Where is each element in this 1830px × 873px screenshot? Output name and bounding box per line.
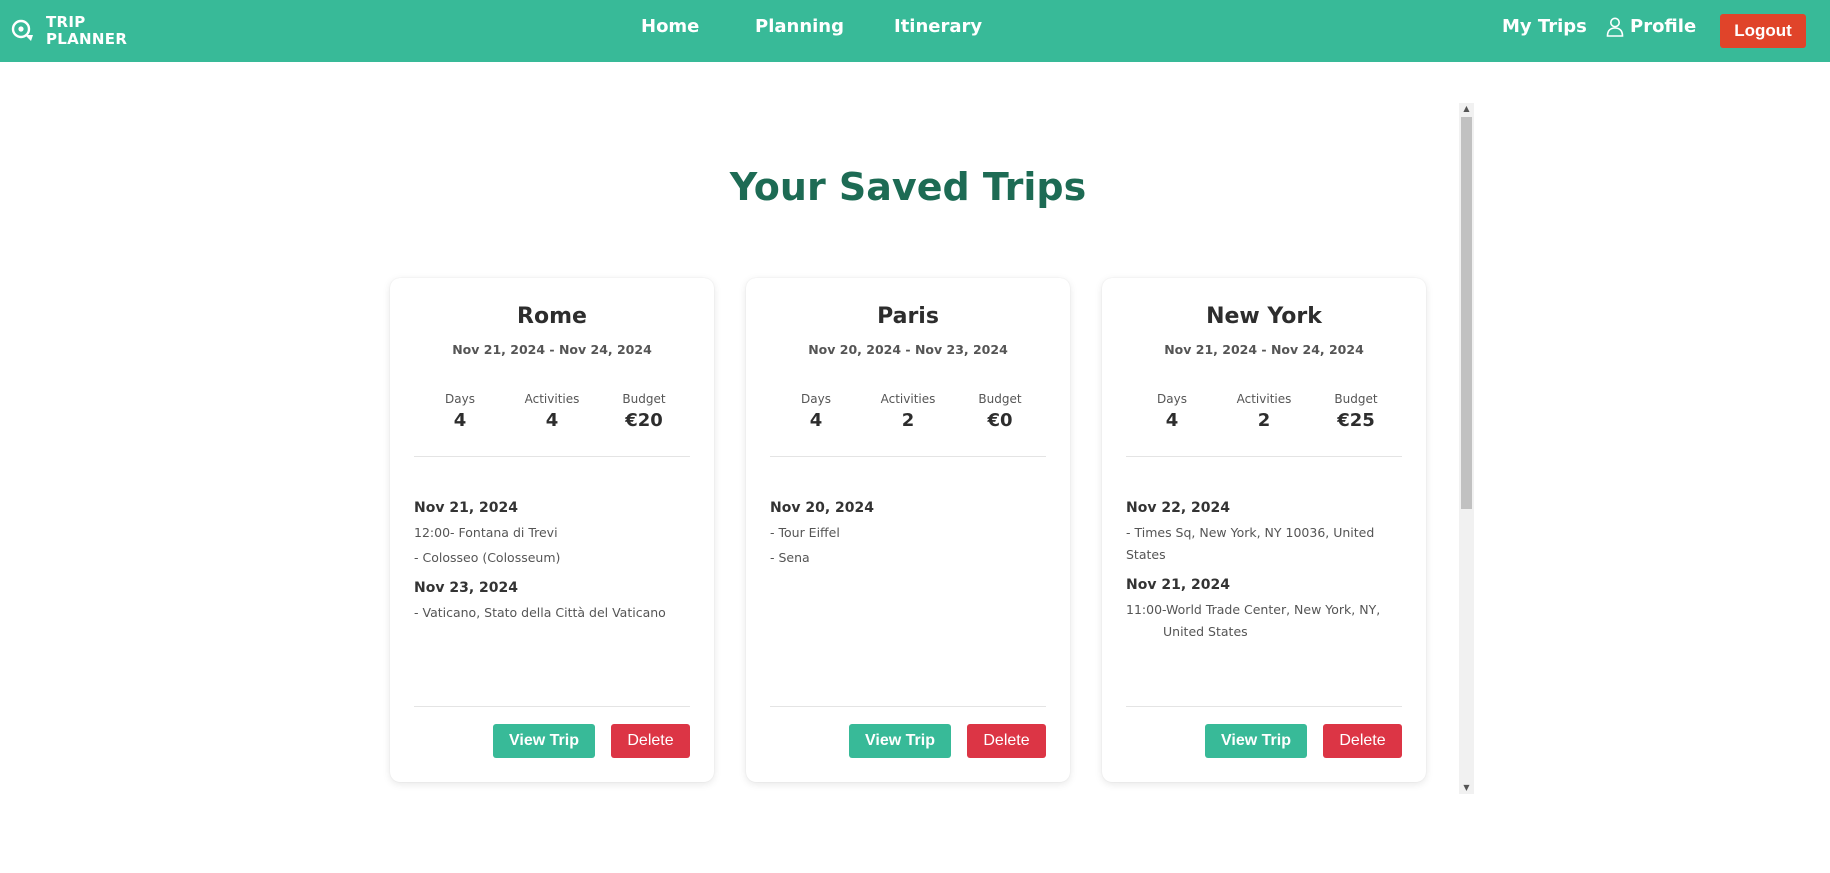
trip-city: Paris: [877, 304, 939, 329]
trip-dates: Nov 20, 2024 - Nov 23, 2024: [808, 342, 1008, 357]
day-date: Nov 23, 2024: [414, 580, 518, 596]
stat-label: Budget: [1334, 392, 1378, 406]
trip-city: New York: [1206, 304, 1322, 329]
activity-item: - Sena: [770, 550, 810, 565]
delete-trip-button[interactable]: Delete: [967, 724, 1046, 758]
delete-trip-button[interactable]: Delete: [1323, 724, 1402, 758]
activity-item: - Times Sq, New York, NY 10036, United S…: [1126, 525, 1375, 562]
stat-value: 4: [545, 410, 559, 431]
day-date: Nov 22, 2024: [1126, 500, 1230, 516]
logout-button[interactable]: Logout: [1720, 14, 1806, 48]
trip-card: New York Nov 21, 2024 - Nov 24, 2024 Day…: [1102, 278, 1426, 782]
nav-profile-label: Profile: [1630, 16, 1697, 37]
activity-item: - Tour Eiffel: [770, 525, 840, 540]
navbar: TRIP PLANNER Home Planning Itinerary My …: [0, 0, 1830, 62]
scrollbar[interactable]: ▲ ▼: [1459, 103, 1474, 794]
view-trip-button[interactable]: View Trip: [1205, 724, 1307, 758]
stat-label: Days: [801, 392, 831, 406]
trip-itinerary: Nov 22, 2024 - Times Sq, New York, NY 10…: [1126, 500, 1416, 654]
stat-days: Days 4: [1126, 392, 1218, 431]
day-date: Nov 20, 2024: [770, 500, 874, 516]
trip-stats: Days 4 Activities 2 Budget €25: [1126, 392, 1402, 436]
divider: [770, 456, 1046, 457]
trip-dates: Nov 21, 2024 - Nov 24, 2024: [452, 342, 652, 357]
divider: [1126, 706, 1402, 707]
day-group: Nov 20, 2024 - Tour Eiffel - Sena: [770, 500, 1060, 569]
divider: [414, 706, 690, 707]
delete-trip-button[interactable]: Delete: [611, 724, 690, 758]
stat-label: Days: [1157, 392, 1187, 406]
trip-card: Paris Nov 20, 2024 - Nov 23, 2024 Days 4…: [746, 278, 1070, 782]
activity-item: 11:00-World Trade Center, New York, NY, …: [1126, 602, 1381, 639]
nav-itinerary-link[interactable]: Itinerary: [894, 16, 982, 37]
trip-itinerary: Nov 20, 2024 - Tour Eiffel - Sena: [770, 500, 1060, 580]
stat-label: Budget: [622, 392, 666, 406]
day-group: Nov 21, 2024 11:00-World Trade Center, N…: [1126, 577, 1416, 643]
stat-activities: Activities 2: [862, 392, 954, 431]
stat-value: €20: [625, 410, 663, 431]
stat-value: 4: [809, 410, 823, 431]
stat-days: Days 4: [770, 392, 862, 431]
activity-item: - Colosseo (Colosseum): [414, 550, 561, 565]
stat-label: Days: [445, 392, 475, 406]
day-group: Nov 23, 2024 - Vaticano, Stato della Cit…: [414, 580, 704, 624]
stat-value: 2: [1257, 410, 1271, 431]
nav-planning-link[interactable]: Planning: [755, 16, 844, 37]
scroll-down-arrow-icon[interactable]: ▼: [1459, 782, 1474, 794]
trip-stats: Days 4 Activities 4 Budget €20: [414, 392, 690, 436]
stat-activities: Activities 4: [506, 392, 598, 431]
view-trip-button[interactable]: View Trip: [849, 724, 951, 758]
stat-activities: Activities 2: [1218, 392, 1310, 431]
stat-label: Activities: [524, 392, 580, 406]
stat-label: Budget: [978, 392, 1022, 406]
activity-item: - Vaticano, Stato della Città del Vatica…: [414, 605, 666, 620]
card-actions: View Trip Delete: [849, 724, 1046, 758]
trip-city: Rome: [517, 304, 587, 329]
stat-value: 4: [453, 410, 467, 431]
scroll-up-arrow-icon[interactable]: ▲: [1459, 103, 1474, 115]
card-actions: View Trip Delete: [493, 724, 690, 758]
nav-home-link[interactable]: Home: [641, 16, 699, 37]
nav-links: Home Planning Itinerary My Trips Profile: [0, 0, 1830, 62]
day-date: Nov 21, 2024: [414, 500, 518, 516]
stat-value: €25: [1337, 410, 1375, 431]
user-icon: [1606, 17, 1624, 37]
divider: [414, 456, 690, 457]
page-title: Your Saved Trips: [729, 165, 1087, 209]
stat-label: Activities: [880, 392, 936, 406]
day-group: Nov 22, 2024 - Times Sq, New York, NY 10…: [1126, 500, 1416, 566]
day-group: Nov 21, 2024 12:00- Fontana di Trevi - C…: [414, 500, 704, 569]
view-trip-button[interactable]: View Trip: [493, 724, 595, 758]
divider: [770, 706, 1046, 707]
stat-value: 2: [901, 410, 915, 431]
activity-item: 12:00- Fontana di Trevi: [414, 525, 558, 540]
trip-stats: Days 4 Activities 2 Budget €0: [770, 392, 1046, 436]
divider: [1126, 456, 1402, 457]
trip-dates: Nov 21, 2024 - Nov 24, 2024: [1164, 342, 1364, 357]
day-date: Nov 21, 2024: [1126, 577, 1230, 593]
trip-itinerary: Nov 21, 2024 12:00- Fontana di Trevi - C…: [414, 500, 704, 635]
nav-profile-link[interactable]: Profile: [1606, 16, 1696, 37]
stat-days: Days 4: [414, 392, 506, 431]
stat-budget: Budget €25: [1310, 392, 1402, 431]
card-actions: View Trip Delete: [1205, 724, 1402, 758]
trip-card: Rome Nov 21, 2024 - Nov 24, 2024 Days 4 …: [390, 278, 714, 782]
stat-label: Activities: [1236, 392, 1292, 406]
scroll-thumb[interactable]: [1461, 117, 1472, 509]
stat-budget: Budget €20: [598, 392, 690, 431]
stat-value: 4: [1165, 410, 1179, 431]
nav-my-trips-link[interactable]: My Trips: [1502, 16, 1587, 37]
stat-budget: Budget €0: [954, 392, 1046, 431]
stat-value: €0: [987, 410, 1013, 431]
